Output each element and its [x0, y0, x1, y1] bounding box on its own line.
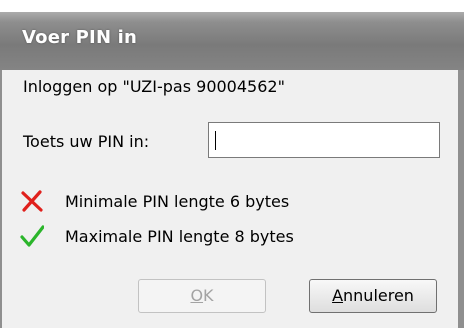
ok-label-rest: K	[203, 286, 214, 305]
max-length-label: Maximale PIN lengte 8 bytes	[65, 226, 294, 246]
cancel-mnemonic: A	[332, 286, 344, 305]
green-check-icon	[20, 224, 45, 248]
min-length-label: Minimale PIN lengte 6 bytes	[65, 191, 290, 211]
ok-mnemonic: O	[190, 286, 204, 305]
red-x-icon	[20, 189, 44, 213]
pin-label: Toets uw PIN in:	[23, 132, 150, 151]
login-target-text: Inloggen op "UZI-pas 90004562"	[23, 77, 285, 96]
ok-button[interactable]: OK	[138, 279, 266, 313]
cancel-label-rest: nnuleren	[343, 286, 414, 305]
cancel-button[interactable]: Annuleren	[309, 279, 437, 313]
text-caret	[215, 131, 216, 150]
title-bar[interactable]: Voer PIN in	[0, 0, 464, 70]
max-length-rule: Maximale PIN lengte 8 bytes	[20, 224, 294, 248]
pin-input[interactable]	[208, 122, 440, 158]
min-length-rule: Minimale PIN lengte 6 bytes	[20, 189, 289, 213]
window-title: Voer PIN in	[22, 27, 138, 48]
